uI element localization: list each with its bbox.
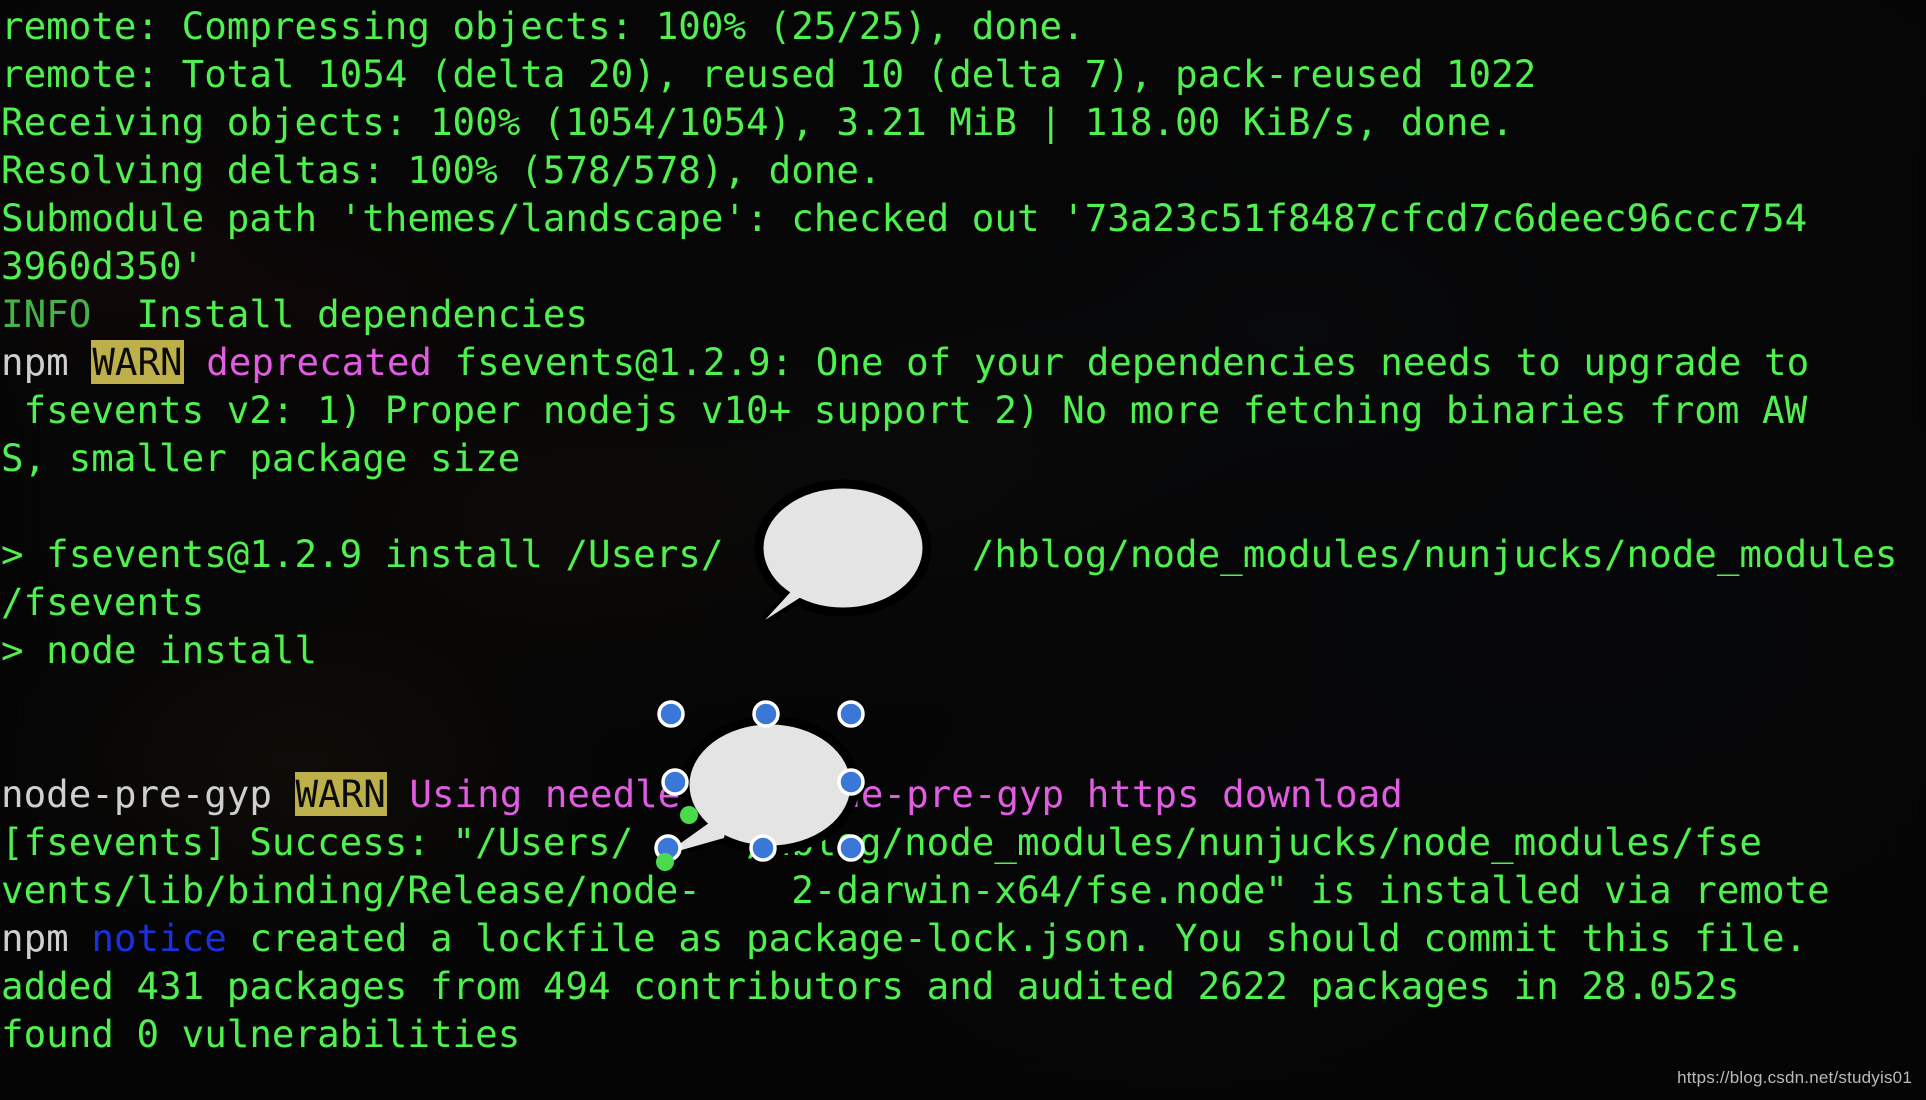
handle-bottom-right[interactable] [837, 834, 865, 862]
handle-top-left[interactable] [657, 700, 685, 728]
handle-bottom-center[interactable] [749, 834, 777, 862]
log-text: S, smaller package size [1, 436, 521, 480]
log-text: > node install [1, 628, 318, 672]
terminal-line: npm WARN deprecated fsevents@1.2.9: One … [0, 338, 1926, 386]
terminal-line: fsevents v2: 1) Proper nodejs v10+ suppo… [0, 386, 1926, 434]
terminal-line: Resolving deltas: 100% (578/578), done. [0, 146, 1926, 194]
warn-badge: WARN [294, 772, 387, 816]
terminal-window: remote: Compressing objects: 100% (25/25… [0, 0, 1926, 1100]
info-label: INFO [1, 292, 92, 336]
terminal-line: > fsevents@1.2.9 install /Users/ /hblog/… [0, 530, 1926, 578]
handle-middle-right[interactable] [837, 768, 865, 796]
log-text: Submodule path 'themes/landscape': check… [1, 196, 1808, 240]
log-text: 3960d350' [1, 244, 205, 288]
log-message-highlight: Using needle for node-pre-gyp https down… [409, 772, 1403, 816]
terminal-line: /fsevents [0, 578, 1926, 626]
handle-middle-left[interactable] [661, 768, 689, 796]
log-text: /fsevents [1, 580, 205, 624]
log-text: Resolving deltas: 100% (578/578), done. [1, 148, 882, 192]
log-text: Receiving objects: 100% (1054/1054), 3.2… [1, 100, 1514, 144]
log-text: Install dependencies [91, 292, 589, 336]
terminal-line: 3960d350' [0, 242, 1926, 290]
log-message-highlight: deprecated [206, 340, 432, 384]
handle-top-center[interactable] [752, 700, 780, 728]
watermark-text: https://blog.csdn.net/studyis01 [1677, 1068, 1912, 1087]
log-prefix: npm [1, 916, 92, 960]
log-text: found 0 vulnerabilities [1, 1012, 521, 1056]
tail-adjust-handle-upper[interactable] [680, 806, 698, 824]
warn-badge: WARN [91, 340, 184, 384]
terminal-line: Submodule path 'themes/landscape': check… [0, 194, 1926, 242]
log-prefix: node-pre-gyp [1, 772, 295, 816]
terminal-line: INFO Install dependencies [0, 290, 1926, 338]
terminal-line: Receiving objects: 100% (1054/1054), 3.2… [0, 98, 1926, 146]
log-text: created a lockfile as package-lock.json.… [226, 916, 1808, 960]
log-prefix: npm [1, 340, 92, 384]
terminal-line: npm notice created a lockfile as package… [0, 914, 1926, 962]
terminal-line: vents/lib/binding/Release/node- 2-darwin… [0, 866, 1926, 914]
log-text: remote: Compressing objects: 100% (25/25… [1, 4, 1085, 48]
terminal-output[interactable]: remote: Compressing objects: 100% (25/25… [0, 0, 1926, 1100]
log-text: vents/lib/binding/Release/node- 2-darwin… [1, 868, 1830, 912]
log-text: > fsevents@1.2.9 install /Users/ /hblog/… [1, 532, 1898, 576]
notice-label: notice [91, 916, 227, 960]
terminal-line: [fsevents] Success: "/Users/ /hblog/node… [0, 818, 1926, 866]
log-text: [fsevents] Success: "/Users/ /hblog/node… [1, 820, 1762, 864]
terminal-line: S, smaller package size [0, 434, 1926, 482]
log-text: fsevents@1.2.9: One of your dependencies… [431, 340, 1810, 384]
log-text: added 431 packages from 494 contributors… [1, 964, 1740, 1008]
terminal-line: node-pre-gyp WARN Using needle for node-… [0, 770, 1926, 818]
speech-bubble-1-body [754, 479, 932, 617]
terminal-line: found 0 vulnerabilities [0, 1010, 1926, 1058]
terminal-line: > node install [0, 626, 1926, 674]
terminal-line: added 431 packages from 494 contributors… [0, 962, 1926, 1010]
terminal-line: remote: Total 1054 (delta 20), reused 10… [0, 50, 1926, 98]
handle-top-right[interactable] [837, 700, 865, 728]
log-text: fsevents v2: 1) Proper nodejs v10+ suppo… [1, 388, 1808, 432]
log-text: remote: Total 1054 (delta 20), reused 10… [1, 52, 1537, 96]
tail-adjust-handle-lower[interactable] [656, 853, 674, 871]
terminal-line: remote: Compressing objects: 100% (25/25… [0, 2, 1926, 50]
